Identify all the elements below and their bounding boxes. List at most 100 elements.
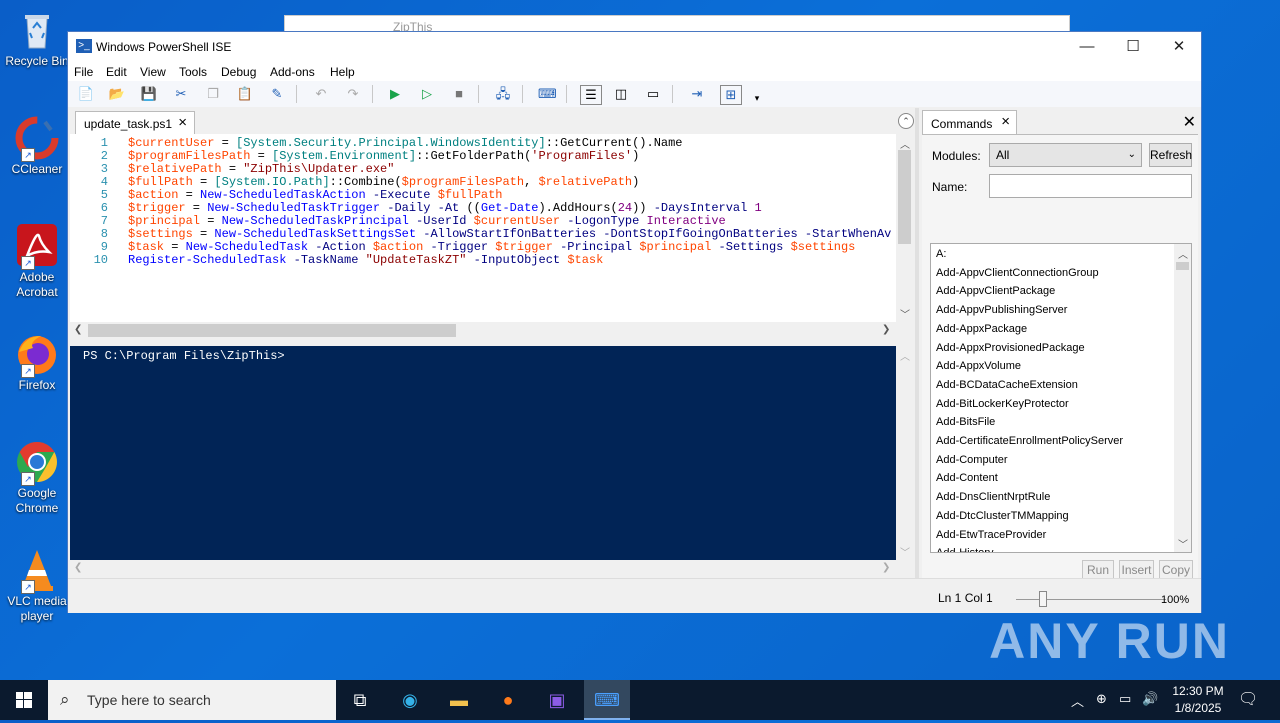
notification-icon[interactable]: 🗨	[1238, 689, 1258, 709]
scroll-thumb[interactable]	[898, 150, 911, 244]
remote-powershell-icon[interactable]: 🖧	[494, 85, 512, 103]
scroll-left-icon[interactable]: ❮	[74, 324, 82, 335]
scroll-up-icon[interactable]: ︿	[1178, 246, 1188, 261]
name-input[interactable]	[989, 174, 1192, 198]
save-icon[interactable]: 💾	[140, 85, 158, 103]
editor-vertical-scrollbar[interactable]: ︿ ﹀	[896, 134, 913, 322]
desktop-icon-ccleaner[interactable]: ↗ CCleaner	[4, 116, 70, 177]
start-button[interactable]	[0, 680, 48, 720]
list-item[interactable]: Add-AppvClientPackage	[936, 285, 1055, 297]
scroll-down-icon[interactable]: ﹀	[900, 306, 910, 321]
menu-help[interactable]: Help	[330, 65, 355, 79]
menu-file[interactable]: File	[74, 65, 93, 79]
clock[interactable]: 12:30 PM 1/8/2025	[1163, 683, 1233, 717]
tab-update-task[interactable]: update_task.ps1 ×	[75, 111, 195, 134]
show-script-maximized-icon[interactable]: ▭	[644, 85, 662, 103]
list-item[interactable]: Add-History	[936, 547, 993, 552]
list-item[interactable]: Add-BitLockerKeyProtector	[936, 398, 1069, 410]
console-pane[interactable]: PS C:\Program Files\ZipThis>	[70, 346, 896, 560]
menu-debug[interactable]: Debug	[221, 65, 256, 79]
file-explorer-icon[interactable]: ▬	[439, 684, 479, 716]
scroll-left-icon[interactable]: ❮	[74, 562, 82, 573]
redo-icon[interactable]: ↷	[344, 85, 362, 103]
desktop-icon-firefox[interactable]: ↗ Firefox	[4, 332, 70, 393]
tab-commands[interactable]: Commands ×	[922, 110, 1017, 134]
list-item[interactable]: Add-BitsFile	[936, 416, 995, 428]
list-item[interactable]: Add-DtcClusterTMMapping	[936, 510, 1069, 522]
network-icon[interactable]: ⊕	[1096, 691, 1107, 707]
menu-addons[interactable]: Add-ons	[270, 65, 315, 79]
volume-icon[interactable]: 🔊	[1142, 691, 1158, 707]
open-folder-icon[interactable]: 📂	[108, 85, 126, 103]
close-tab-icon[interactable]: ×	[1001, 113, 1010, 130]
scroll-down-icon[interactable]: ﹀	[900, 544, 910, 559]
list-item[interactable]: Add-EtwTraceProvider	[936, 529, 1046, 541]
scroll-right-icon[interactable]: ❯	[882, 324, 890, 335]
list-scrollbar[interactable]: ︿ ﹀	[1174, 244, 1191, 552]
list-item[interactable]: Add-AppvPublishingServer	[936, 304, 1067, 316]
toolbar-overflow-icon[interactable]: ▾	[748, 89, 766, 107]
run-selection-icon[interactable]: ▷	[418, 85, 436, 103]
list-item[interactable]: Add-AppxVolume	[936, 360, 1021, 372]
taskbar-search-box[interactable]: ⌕ Type here to search	[48, 680, 336, 720]
copy-icon[interactable]: ❐	[204, 85, 222, 103]
desktop-icon-recycle-bin[interactable]: Recycle Bin	[4, 8, 70, 69]
clear-console-icon[interactable]: ✎	[268, 85, 286, 103]
refresh-button[interactable]: Refresh	[1149, 143, 1192, 167]
cut-icon[interactable]: ✂	[172, 85, 190, 103]
menu-view[interactable]: View	[140, 65, 166, 79]
close-tab-icon[interactable]: ×	[178, 114, 187, 131]
console-vertical-scrollbar[interactable]: ︿ ﹀	[896, 346, 913, 560]
console-horizontal-scrollbar[interactable]: ❮ ❯	[70, 560, 913, 577]
collapse-script-pane-icon[interactable]: ⌃	[898, 113, 914, 129]
script-editor[interactable]: 1 $currentUser = [System.Security.Princip…	[70, 134, 896, 322]
list-item[interactable]: Add-CertificateEnrollmentPolicyServer	[936, 435, 1123, 447]
close-button[interactable]: ✕	[1156, 32, 1202, 61]
desktop-icon-google-chrome[interactable]: ↗ Google Chrome	[4, 440, 70, 516]
list-item[interactable]: Add-BCDataCacheExtension	[936, 379, 1078, 391]
desktop-icon-vlc[interactable]: ↗ VLC media player	[4, 548, 70, 624]
list-item[interactable]: Add-Computer	[936, 454, 1008, 466]
powershell-ise-taskbar-icon[interactable]: ⌨	[584, 680, 630, 720]
undo-icon[interactable]: ↶	[312, 85, 330, 103]
show-script-pane-icon[interactable]: ⇥	[688, 85, 706, 103]
list-item[interactable]: Add-AppxProvisionedPackage	[936, 342, 1085, 354]
minimize-button[interactable]: —	[1064, 32, 1110, 61]
show-command-addon-icon[interactable]: ⊞	[720, 85, 742, 105]
list-item[interactable]: Add-Content	[936, 472, 998, 484]
list-item[interactable]: A:	[936, 248, 946, 260]
editor-horizontal-scrollbar[interactable]: ❮ ❯	[70, 322, 896, 339]
display-icon[interactable]: ▭	[1119, 691, 1131, 707]
scroll-right-icon[interactable]: ❯	[882, 562, 890, 573]
stop-icon[interactable]: ■	[450, 85, 468, 103]
app-taskbar-icon[interactable]: ▣	[537, 684, 577, 716]
scroll-down-icon[interactable]: ﹀	[1178, 536, 1188, 551]
title-bar[interactable]: >_ Windows PowerShell ISE — ☐ ✕	[68, 32, 1201, 61]
pane-splitter[interactable]	[915, 108, 919, 578]
start-powershell-icon[interactable]: ⌨	[538, 85, 557, 103]
close-pane-icon[interactable]: ✕	[1183, 112, 1196, 132]
list-item[interactable]: Add-AppxPackage	[936, 323, 1027, 335]
maximize-button[interactable]: ☐	[1110, 32, 1156, 61]
firefox-taskbar-icon[interactable]: ●	[488, 684, 528, 716]
modules-select[interactable]: All ⌄	[989, 143, 1142, 167]
list-item[interactable]: Add-DnsClientNrptRule	[936, 491, 1050, 503]
scroll-thumb[interactable]	[1176, 262, 1189, 270]
paste-icon[interactable]: 📋	[236, 85, 254, 103]
show-script-top-icon[interactable]: ☰	[580, 85, 602, 105]
scroll-up-icon[interactable]: ︿	[900, 348, 910, 363]
run-script-icon[interactable]: ▶	[386, 85, 404, 103]
scroll-thumb[interactable]	[88, 324, 456, 337]
scroll-up-icon[interactable]: ︿	[900, 136, 910, 151]
task-view-icon[interactable]: ⧉	[340, 684, 380, 716]
commands-list[interactable]: A: Add-AppvClientConnectionGroup Add-AppvC…	[930, 243, 1192, 553]
show-hidden-icons-icon[interactable]: ︿	[1071, 691, 1084, 710]
new-file-icon[interactable]: 📄	[77, 85, 95, 103]
list-item[interactable]: Add-AppvClientConnectionGroup	[936, 267, 1099, 279]
desktop-icon-adobe-acrobat[interactable]: ↗ Adobe Acrobat	[4, 224, 70, 300]
menu-edit[interactable]: Edit	[106, 65, 127, 79]
edge-icon[interactable]: ◉	[390, 684, 430, 716]
show-script-right-icon[interactable]: ◫	[612, 85, 630, 103]
zoom-slider-thumb[interactable]	[1039, 591, 1047, 607]
menu-tools[interactable]: Tools	[179, 65, 207, 79]
